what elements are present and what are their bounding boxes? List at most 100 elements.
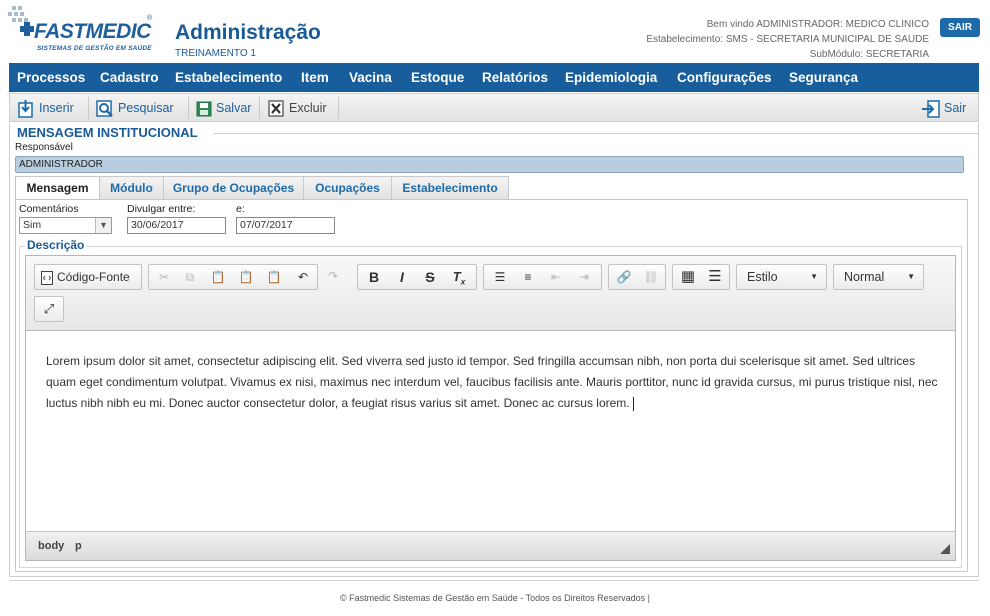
unlink-icon[interactable]: ⛓ [639,267,663,287]
page-title-block: Administração TREINAMENTO 1 [175,21,321,59]
toolbar-divider [338,97,339,119]
save-label: Salvar [216,101,252,115]
page-title: Administração [175,21,321,44]
comments-select[interactable]: Sim ▼ [19,217,112,234]
e-label: e: [236,203,245,215]
menu-item-epidemiologia[interactable]: Epidemiologia [565,63,657,92]
menu-item-vacina[interactable]: Vacina [349,63,392,92]
exit-icon [922,99,940,118]
menu-item-estabelecimento[interactable]: Estabelecimento [175,63,282,92]
cut-icon[interactable]: ✂ [153,267,175,287]
copy-icon[interactable]: ⧉ [179,267,201,287]
outdent-icon[interactable]: ⇤ [544,267,568,287]
search-label: Pesquisar [118,101,174,115]
toolbar-divider [259,97,260,119]
save-button[interactable]: Salvar [196,97,251,119]
clipboard-group: ✂ ⧉ 📋 📋 📋 ↶ [148,264,318,290]
list-group: ☰ ≡ ⇤ ⇥ [483,264,602,290]
remove-format-icon[interactable]: Tx [446,267,472,287]
style-dropdown[interactable]: Estilo ▼ [736,264,827,290]
section-title: MENSAGEM INSTITUCIONAL [17,125,198,140]
horizontal-line-icon[interactable]: ☰ [703,267,727,287]
source-group: Código-Fonte [34,264,142,290]
link-icon[interactable]: 🔗 [612,267,636,287]
source-code-icon [41,270,53,285]
insert-icon [18,99,33,118]
app-header: FASTMEDIC ® SISTEMAS DE GESTÃO EM SAÚDE … [0,0,990,63]
logo-registered: ® [147,15,153,22]
menu-item-configuracoes[interactable]: Configurações [677,63,772,92]
basic-styles-group: B I S Tx [357,264,477,290]
chevron-down-icon: ▼ [907,272,915,281]
logo-tagline: SISTEMAS DE GESTÃO EM SAÚDE [37,45,152,52]
tab-mensagem[interactable]: Mensagem [15,176,100,200]
date-start-input[interactable]: 30/06/2017 [127,217,226,234]
chevron-down-icon: ▼ [810,272,818,281]
menu-item-item[interactable]: Item [301,63,329,92]
table-icon[interactable]: ▦ [676,267,700,287]
indent-icon[interactable]: ⇥ [572,267,596,287]
tools-group: ⤢ [34,296,64,322]
text-caret [632,396,634,411]
exit-label: Sair [944,101,967,115]
resize-handle-icon[interactable] [940,544,950,554]
bold-icon[interactable]: B [362,267,386,287]
editor-content[interactable]: Lorem ipsum dolor sit amet, consectetur … [46,351,941,414]
tab-grupo-ocupacoes[interactable]: Grupo de Ocupações [163,176,304,200]
divulgar-label: Divulgar entre: [127,203,196,215]
action-toolbar: Inserir Pesquisar Salvar Excluir Sair [9,93,979,122]
bulleted-list-icon[interactable]: ≡ [516,267,540,287]
search-icon [96,99,113,117]
search-button[interactable]: Pesquisar [96,97,174,119]
insert-label: Inserir [39,101,74,115]
delete-label: Excluir [289,101,327,115]
editor-toolbar: Código-Fonte ✂ ⧉ 📋 📋 📋 ↶ ↷ B I S Tx ☰ ≡ … [26,256,955,331]
delete-button[interactable]: Excluir [268,97,327,119]
footer-divider [9,580,979,581]
footer-text: © Fastmedic Sistemas de Gestão em Saúde … [340,593,650,603]
paste-word-icon[interactable]: 📋 [263,267,285,287]
description-label: Descrição [25,238,87,252]
undo-icon[interactable]: ↶ [291,267,315,287]
italic-icon[interactable]: I [390,267,414,287]
paste-text-icon[interactable]: 📋 [235,267,257,287]
maximize-icon[interactable]: ⤢ [38,299,60,319]
delete-icon [268,100,284,117]
paste-icon[interactable]: 📋 [207,267,229,287]
insert-group: ▦ ☰ [672,264,730,290]
tab-estabelecimento[interactable]: Estabelecimento [391,176,509,200]
rich-text-editor: Código-Fonte ✂ ⧉ 📋 📋 📋 ↶ ↷ B I S Tx ☰ ≡ … [25,255,956,561]
responsible-field: ADMINISTRADOR [15,156,964,173]
comments-label: Comentários [19,203,79,215]
numbered-list-icon[interactable]: ☰ [488,267,512,287]
save-icon [196,101,212,117]
chevron-down-icon: ▼ [95,218,111,233]
comments-value: Sim [23,219,42,231]
source-code-button[interactable]: Código-Fonte [39,267,139,287]
insert-button[interactable]: Inserir [18,97,74,119]
menu-item-cadastro[interactable]: Cadastro [100,63,159,92]
menu-item-seguranca[interactable]: Segurança [789,63,858,92]
menu-item-estoque[interactable]: Estoque [411,63,464,92]
tab-modulo[interactable]: Módulo [99,176,164,200]
logout-button[interactable]: SAIR [940,18,980,37]
submodule-text: SubMódulo: SECRETARIA [809,49,929,60]
menu-item-relatorios[interactable]: Relatórios [482,63,548,92]
toolbar-divider [88,97,89,119]
redo-icon[interactable]: ↷ [322,266,344,286]
link-group: 🔗 ⛓ [608,264,666,290]
path-p[interactable]: p [75,532,82,561]
menu-item-processos[interactable]: Processos [17,63,85,92]
strikethrough-icon[interactable]: S [418,267,442,287]
user-info: Bem vindo ADMINISTRADOR: MEDICO CLINICO … [646,17,929,62]
page-subtitle: TREINAMENTO 1 [175,48,256,59]
path-body[interactable]: body [38,532,64,561]
tab-ocupacoes[interactable]: Ocupações [303,176,392,200]
editor-element-path: body p [26,531,955,560]
format-dropdown[interactable]: Normal ▼ [833,264,924,290]
exit-button[interactable]: Sair [922,97,966,119]
toolbar-divider [188,97,189,119]
style-label: Estilo [747,270,778,284]
date-end-input[interactable]: 07/07/2017 [236,217,335,234]
fastmedic-logo: FASTMEDIC ® SISTEMAS DE GESTÃO EM SAÚDE [8,6,158,58]
